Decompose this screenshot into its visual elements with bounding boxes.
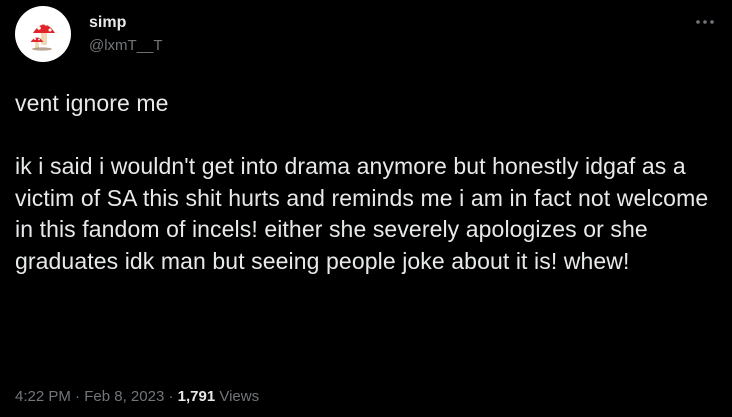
tweet-card: simp @lxmT__T vent ignore me ik i said i…: [0, 0, 732, 417]
meta-separator: ·: [70, 388, 85, 405]
tweet-time[interactable]: 4:22 PM: [15, 388, 71, 405]
tweet-text: vent ignore me ik i said i wouldn't get …: [15, 90, 709, 274]
tweet-header: simp @lxmT__T: [15, 6, 717, 66]
tweet-date[interactable]: Feb 8, 2023: [84, 388, 164, 405]
tweet-metadata: 4:22 PM · Feb 8, 2023 · 1,791 Views: [15, 387, 259, 407]
more-options-button[interactable]: [693, 12, 717, 32]
views-label: Views: [215, 388, 260, 405]
meta-separator: ·: [164, 388, 178, 405]
user-handle[interactable]: @lxmT__T: [89, 37, 163, 55]
more-options-icon: [696, 20, 714, 24]
mushroom-icon: [30, 22, 55, 51]
display-name[interactable]: simp: [89, 13, 163, 32]
views-count: 1,791: [177, 388, 216, 405]
author-names: simp @lxmT__T: [89, 13, 163, 55]
avatar[interactable]: [15, 6, 71, 62]
views[interactable]: 1,791 Views: [178, 388, 259, 405]
